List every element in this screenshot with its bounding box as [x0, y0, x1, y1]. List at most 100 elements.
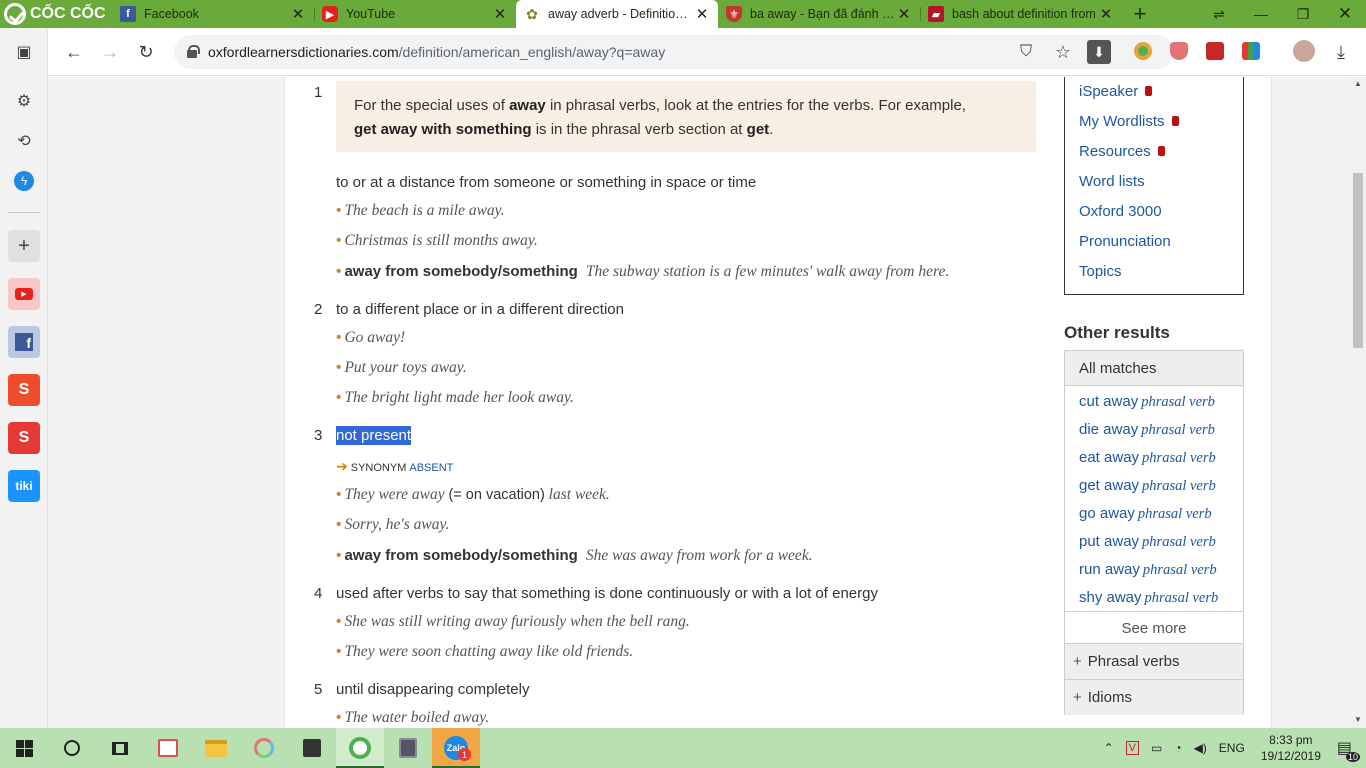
synonym-link[interactable]: ABSENT	[409, 462, 453, 474]
restore-button[interactable]: ❐	[1282, 0, 1324, 28]
example-sentence: • Sorry, he's away.	[336, 516, 450, 533]
sidebar-link-resources[interactable]: Resources	[1079, 143, 1165, 160]
match-link[interactable]: run away phrasal verb	[1079, 561, 1217, 579]
tab-title: ba away - Bạn đã đánh văn bản	[750, 7, 896, 21]
file-explorer-icon[interactable]	[192, 728, 240, 768]
tab-all-matches[interactable]: All matches	[1065, 351, 1243, 386]
tab-oxford-active[interactable]: ✿ away adverb - Definition, pictures, pr…	[516, 0, 718, 28]
scrollbar-thumb[interactable]	[1353, 173, 1363, 348]
download-arrow-icon[interactable]: ⬇	[1087, 40, 1111, 64]
sidebar-toggle-icon[interactable]: ▣	[8, 36, 40, 68]
chevron-up-icon[interactable]: ⌃	[1104, 741, 1114, 755]
tiki-app-icon[interactable]: tiki	[8, 470, 40, 502]
search-circle-icon[interactable]	[48, 728, 96, 768]
note-text: is in the phrasal verb section at	[531, 121, 747, 138]
definition: until disappearing completely	[336, 681, 530, 698]
see-more-button[interactable]: See more	[1065, 611, 1243, 643]
history-icon[interactable]: ⟲	[8, 125, 40, 157]
match-link[interactable]: die away phrasal verb	[1079, 421, 1215, 439]
tab-cambridge[interactable]: ⚜ ba away - Bạn đã đánh văn bản ✕	[718, 0, 920, 28]
messenger-icon[interactable]: ϟ	[8, 165, 40, 197]
task-view-icon[interactable]	[96, 728, 144, 768]
adblock-shield-icon[interactable]	[1170, 42, 1188, 60]
back-arrow-icon[interactable]: ←	[62, 40, 86, 64]
scroll-up-icon[interactable]: ▲	[1354, 79, 1362, 88]
close-tab-icon[interactable]: ✕	[694, 5, 710, 23]
add-app-icon[interactable]: +	[8, 230, 40, 262]
match-link[interactable]: shy away phrasal verb	[1079, 589, 1218, 607]
notification-center-icon[interactable]: ▤ 10	[1337, 738, 1360, 762]
battery-icon[interactable]: ▭	[1151, 741, 1162, 755]
facebook-app-icon[interactable]: f	[8, 326, 40, 358]
coccoc-logo[interactable]: CỐC CỐC	[0, 0, 112, 28]
forward-arrow-icon[interactable]: →	[98, 40, 122, 64]
volume-icon[interactable]: ◀)	[1194, 741, 1207, 755]
lock-icon[interactable]	[187, 45, 200, 58]
network-icon[interactable]: ◔	[1174, 741, 1181, 755]
settings-gear-icon[interactable]: ⚙	[8, 85, 40, 117]
example-sentence: • The water boiled away.	[336, 709, 490, 726]
idioms-accordion[interactable]: + Idioms	[1065, 679, 1243, 715]
sidebar-link-oxford-3000[interactable]: Oxford 3000	[1079, 203, 1162, 220]
reload-icon[interactable]: ↻	[134, 40, 158, 64]
sidebar-link-topics[interactable]: Topics	[1079, 263, 1122, 280]
tab-youtube[interactable]: ▶ YouTube ✕	[314, 0, 516, 28]
close-tab-icon[interactable]: ✕	[290, 5, 306, 23]
match-link[interactable]: put away phrasal verb	[1079, 533, 1216, 551]
chrome-extension-icon[interactable]	[1134, 42, 1152, 60]
clock-time: 8:33 pm	[1269, 733, 1313, 747]
antivirus-icon[interactable]: V	[1125, 741, 1139, 755]
cambridge-icon: ⚜	[726, 6, 742, 22]
windows-start-icon[interactable]	[0, 728, 48, 768]
color-extension-icon[interactable]	[1242, 42, 1260, 60]
sidebar-link-my-wordlists[interactable]: My Wordlists	[1079, 113, 1179, 130]
match-link[interactable]: cut away phrasal verb	[1079, 393, 1215, 411]
scroll-down-icon[interactable]: ▼	[1354, 715, 1362, 724]
tab-search-icon[interactable]: ⇌	[1198, 0, 1240, 28]
close-tab-icon[interactable]: ✕	[1098, 5, 1114, 23]
zalo-taskbar-icon[interactable]: Zalo 1	[432, 728, 480, 768]
sidebar-link-word-lists[interactable]: Word lists	[1079, 173, 1145, 190]
tab-bash-about[interactable]: ▰ bash about definition from ✕	[920, 0, 1122, 28]
collocation-example: • away from somebody/something The subway …	[336, 263, 950, 280]
bookmark-star-icon[interactable]: ☆	[1051, 40, 1075, 64]
plus-icon: +	[1073, 653, 1082, 670]
shopee-app-icon[interactable]: S	[8, 374, 40, 406]
synonym-line: ➔ SYNONYM ABSENT	[336, 458, 454, 474]
downloads-icon[interactable]: ⤓	[1329, 40, 1353, 64]
shield-icon[interactable]: ⛉	[1014, 40, 1038, 64]
sendo-app-icon[interactable]: S	[8, 422, 40, 454]
language-indicator[interactable]: ENG	[1219, 741, 1245, 755]
tab-title: bash about definition from	[952, 7, 1096, 21]
system-tray: ⌃ V ▭ ◔ ◀) ENG 8:33 pm 19/12/2019 ▤ 10	[1098, 728, 1366, 768]
page-scrollbar[interactable]: ▲ ▼	[1350, 77, 1366, 728]
minimize-button[interactable]: —	[1240, 0, 1282, 28]
match-link[interactable]: eat away phrasal verb	[1079, 449, 1216, 467]
sidebar-divider	[8, 212, 40, 213]
definition-selected[interactable]: not present	[336, 426, 412, 445]
coccoc-taskbar-icon[interactable]	[336, 728, 384, 768]
sticky-notes-icon[interactable]	[288, 728, 336, 768]
coccoc-logo-icon	[4, 3, 26, 25]
match-link[interactable]: go away phrasal verb	[1079, 505, 1212, 523]
tab-facebook[interactable]: f Facebook ✕	[112, 0, 314, 28]
tab-title: YouTube	[346, 7, 396, 21]
close-tab-icon[interactable]: ✕	[492, 5, 508, 23]
sidebar-link-pronunciation[interactable]: Pronunciation	[1079, 233, 1171, 250]
close-tab-icon[interactable]: ✕	[896, 5, 912, 23]
example-sentence: • The bright light made her look away.	[336, 389, 574, 406]
profile-avatar[interactable]	[1293, 40, 1315, 62]
note-text: in phrasal verbs, look at the entries fo…	[545, 97, 966, 114]
match-link[interactable]: get away phrasal verb	[1079, 477, 1216, 495]
calendar-app-icon[interactable]	[144, 728, 192, 768]
new-tab-button[interactable]: +	[1122, 0, 1158, 28]
translate-extension-icon[interactable]	[1206, 42, 1224, 60]
phrasal-verbs-accordion[interactable]: + Phrasal verbs	[1065, 643, 1243, 679]
media-app-icon[interactable]	[384, 728, 432, 768]
paint-app-icon[interactable]	[240, 728, 288, 768]
close-window-button[interactable]: ✕	[1324, 0, 1366, 28]
sidebar-link-ispeaker[interactable]: iSpeaker	[1079, 83, 1153, 100]
note-text: For the special uses of	[354, 97, 510, 114]
clock[interactable]: 8:33 pm 19/12/2019	[1261, 732, 1321, 764]
youtube-app-icon[interactable]: ▶	[8, 278, 40, 310]
